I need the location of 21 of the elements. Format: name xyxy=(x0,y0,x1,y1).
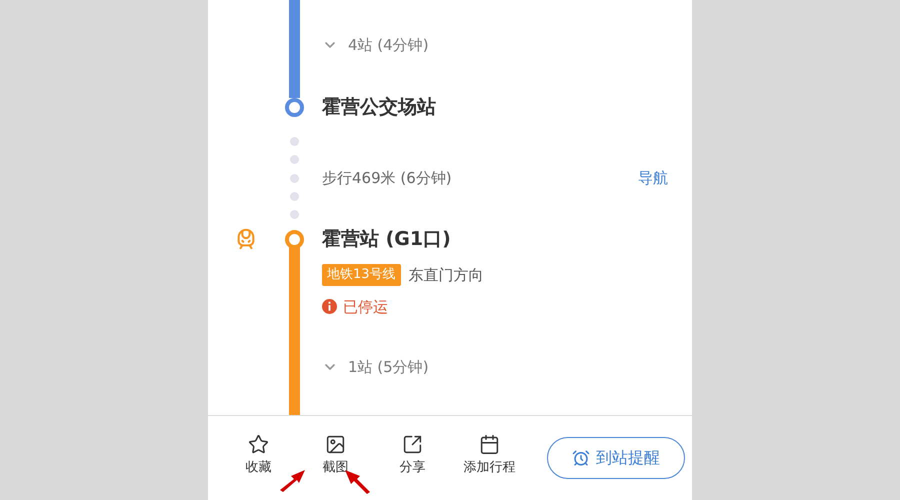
toolbar-button[interactable]: 分享 xyxy=(374,434,451,482)
share-icon xyxy=(402,434,423,456)
station-name: 霍营站 (G1口) xyxy=(322,227,452,252)
calendar-icon xyxy=(479,434,500,456)
image-icon xyxy=(325,434,346,456)
toolbar-button[interactable]: 添加行程 xyxy=(451,434,528,482)
navigate-link[interactable]: 导航 xyxy=(638,166,668,190)
stop-summary[interactable]: 4站 (4分钟) xyxy=(348,34,429,56)
arrival-alarm-button[interactable]: 到站提醒 xyxy=(547,437,685,479)
station-name: 霍营公交场站 xyxy=(322,95,436,120)
annotation-arrow xyxy=(278,468,306,492)
line-badge: 地铁13号线 xyxy=(322,264,401,286)
direction-text: 东直门方向 xyxy=(408,265,484,286)
stop-summary[interactable]: 1站 (5分钟) xyxy=(348,356,429,378)
walk-info: 步行469米 (6分钟) xyxy=(322,168,452,189)
star-icon xyxy=(248,434,269,456)
alarm-clock-icon xyxy=(572,449,590,467)
info-icon xyxy=(322,299,337,314)
toolbar-button[interactable]: 截图 xyxy=(297,434,374,482)
toolbar-button[interactable]: 收藏 xyxy=(220,434,297,482)
status-notice: 已停运 xyxy=(343,296,388,318)
